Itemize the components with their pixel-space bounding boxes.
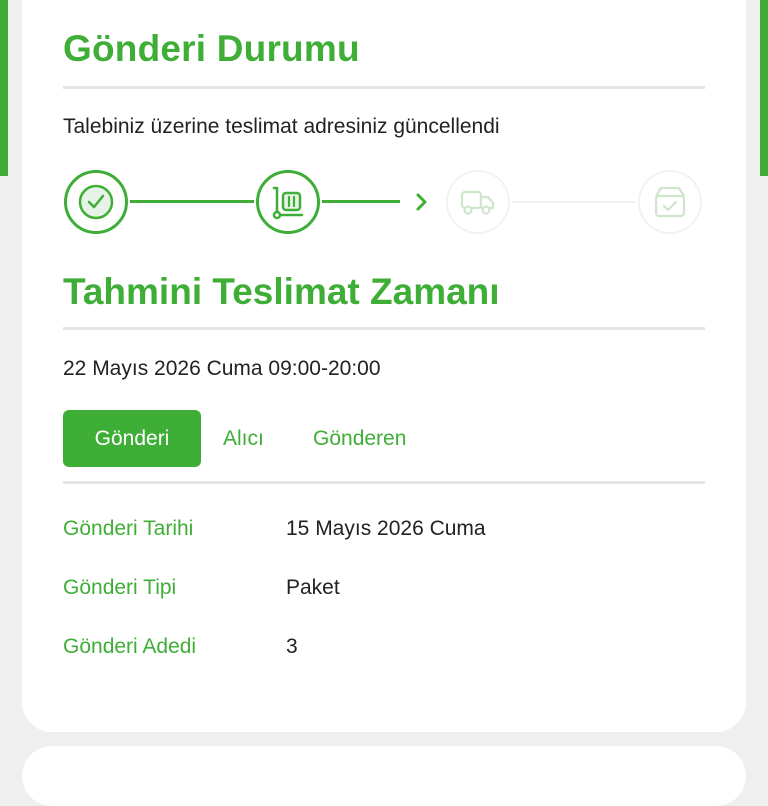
shipment-count-value: 3 bbox=[286, 635, 298, 658]
tab-recipient[interactable]: Alıcı bbox=[223, 410, 264, 467]
chevron-right-icon bbox=[416, 193, 427, 211]
step-2-completed bbox=[256, 170, 320, 234]
package-cart-icon bbox=[272, 186, 304, 220]
tab-shipment[interactable]: Gönderi bbox=[63, 410, 201, 467]
step-3-pending bbox=[446, 170, 510, 234]
title-divider bbox=[63, 86, 705, 89]
shipment-type-value: Paket bbox=[286, 576, 340, 599]
eta-divider bbox=[63, 327, 705, 330]
shipment-date-label: Gönderi Tarihi bbox=[63, 517, 194, 540]
next-card bbox=[22, 746, 746, 806]
tracker-connector-3 bbox=[512, 201, 636, 203]
right-accent-bar bbox=[760, 0, 768, 176]
tab-sender[interactable]: Gönderen bbox=[313, 410, 406, 467]
tracker-connector-1 bbox=[130, 200, 254, 203]
shipment-date-value: 15 Mayıs 2026 Cuma bbox=[286, 517, 486, 540]
box-check-icon bbox=[654, 186, 686, 218]
shipment-status-title: Gönderi Durumu bbox=[63, 28, 360, 69]
tabs-divider bbox=[63, 481, 705, 484]
delivery-truck-icon bbox=[460, 190, 495, 215]
tracker-connector-2 bbox=[322, 200, 400, 203]
estimated-delivery-value: 22 Mayıs 2026 Cuma 09:00-20:00 bbox=[63, 357, 381, 380]
shipment-count-label: Gönderi Adedi bbox=[63, 635, 197, 658]
check-circle-icon bbox=[78, 184, 114, 220]
step-4-pending bbox=[638, 170, 702, 234]
step-1-completed bbox=[64, 170, 128, 234]
estimated-delivery-title: Tahmini Teslimat Zamanı bbox=[63, 271, 500, 312]
left-accent-bar bbox=[0, 0, 8, 176]
status-message: Talebiniz üzerine teslimat adresiniz gün… bbox=[63, 115, 500, 138]
shipment-type-label: Gönderi Tipi bbox=[63, 576, 177, 599]
